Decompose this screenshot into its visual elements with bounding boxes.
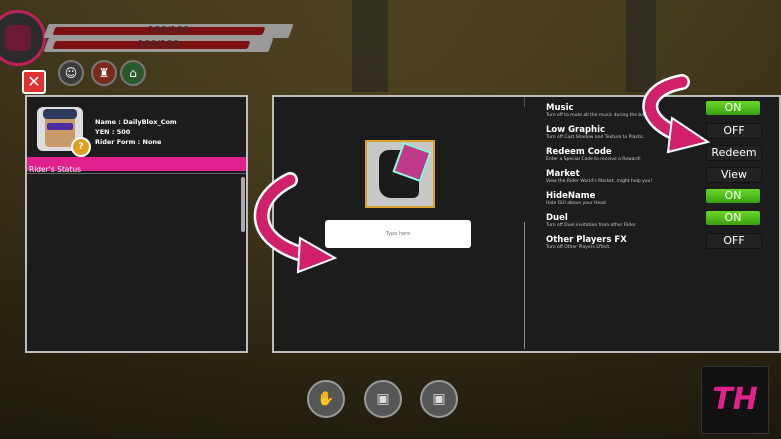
logo: TH [701,366,769,434]
backpack-icon[interactable]: ▣ [364,380,402,418]
annotation-arrows [253,74,711,274]
hand-icon[interactable]: ✋ [307,380,345,418]
backpack-icon[interactable]: ▣ [420,380,458,418]
